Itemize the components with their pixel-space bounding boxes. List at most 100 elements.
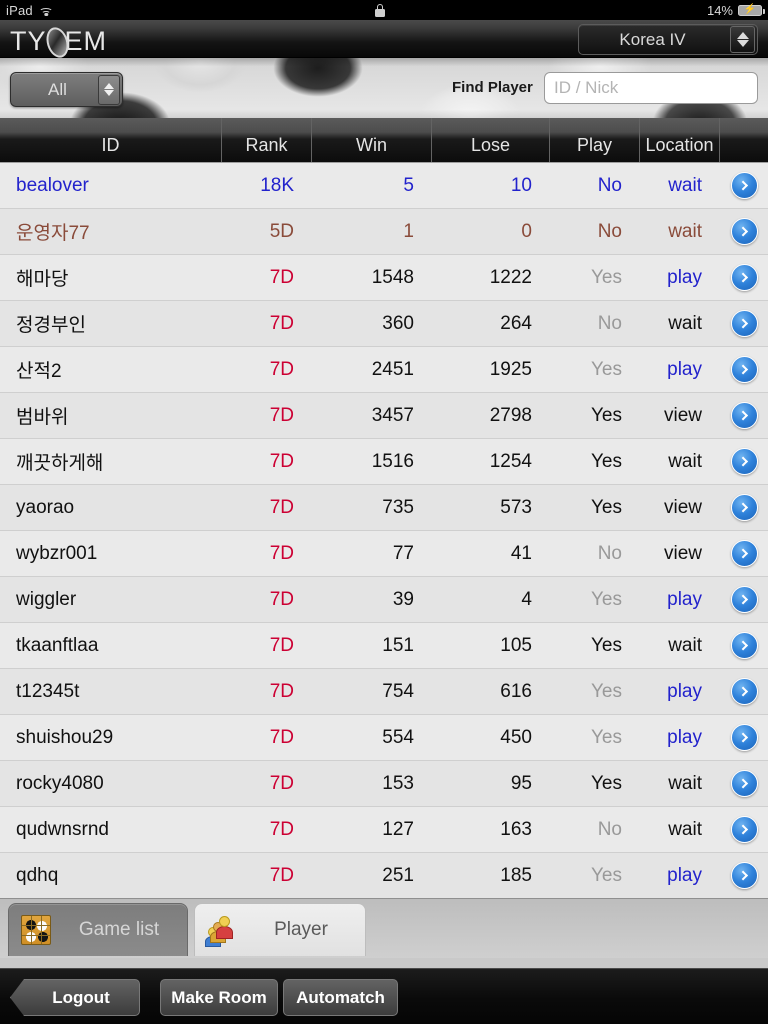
disclosure-arrow-icon[interactable] <box>720 678 768 705</box>
cell-location: view <box>663 404 702 426</box>
table-row[interactable]: yaorao 7D 735 573 Yes view <box>0 485 768 531</box>
cell-lose: 185 <box>500 864 532 886</box>
disclosure-arrow-icon[interactable] <box>720 862 768 889</box>
app-top-bar: TY EM Korea IV <box>0 20 768 58</box>
column-header-id[interactable]: ID <box>0 118 222 162</box>
ios-status-bar: iPad 14% ⚡ <box>0 0 768 20</box>
cell-play: No <box>597 542 622 564</box>
table-row[interactable]: 정경부인 7D 360 264 No wait <box>0 301 768 347</box>
disclosure-arrow-icon[interactable] <box>720 632 768 659</box>
table-row[interactable]: 범바위 7D 3457 2798 Yes view <box>0 393 768 439</box>
disclosure-arrow-icon[interactable] <box>720 724 768 751</box>
column-header-arrow[interactable] <box>720 118 768 162</box>
table-row[interactable]: qdhq 7D 251 185 Yes play <box>0 853 768 899</box>
disclosure-arrow-icon[interactable] <box>720 264 768 291</box>
people-icon <box>205 915 237 947</box>
cell-location: play <box>667 588 702 610</box>
table-row[interactable]: 해마당 7D 1548 1222 Yes play <box>0 255 768 301</box>
rank-filter-select[interactable]: All <box>10 72 123 107</box>
cell-id: t12345t <box>16 680 80 702</box>
cell-win: 1548 <box>371 266 414 288</box>
cell-location: wait <box>668 174 702 196</box>
table-row[interactable]: tkaanftlaa 7D 151 105 Yes wait <box>0 623 768 669</box>
cell-play: No <box>597 818 622 840</box>
disclosure-arrow-icon[interactable] <box>720 310 768 337</box>
cell-id: qdhq <box>16 864 59 886</box>
table-row[interactable]: 운영자77 5D 1 0 No wait <box>0 209 768 255</box>
cell-rank: 7D <box>269 864 294 886</box>
triangle-up-icon[interactable] <box>104 83 114 89</box>
cell-lose: 264 <box>500 312 532 334</box>
column-header-win[interactable]: Win <box>312 118 432 162</box>
app-root: iPad 14% ⚡ TY EM Korea IV All Find Playe… <box>0 0 768 1024</box>
disclosure-arrow-icon[interactable] <box>720 448 768 475</box>
cell-lose: 41 <box>510 542 532 564</box>
disclosure-arrow-icon[interactable] <box>720 494 768 521</box>
table-row[interactable]: rocky4080 7D 153 95 Yes wait <box>0 761 768 807</box>
bottom-toolbar: Logout Make Room Automatch <box>0 968 768 1024</box>
make-room-button[interactable]: Make Room <box>160 979 278 1016</box>
table-row[interactable]: t12345t 7D 754 616 Yes play <box>0 669 768 715</box>
cell-lose: 1222 <box>489 266 532 288</box>
cell-location: play <box>667 358 702 380</box>
cell-rank: 7D <box>269 358 294 380</box>
tab-player[interactable]: Player <box>194 903 366 956</box>
cell-rank: 7D <box>269 772 294 794</box>
cell-id: 범바위 <box>16 407 69 428</box>
table-row[interactable]: 깨끗하게해 7D 1516 1254 Yes wait <box>0 439 768 485</box>
disclosure-arrow-icon[interactable] <box>720 402 768 429</box>
disclosure-arrow-icon[interactable] <box>720 816 768 843</box>
cell-id: rocky4080 <box>16 772 104 794</box>
cell-play: Yes <box>591 588 622 610</box>
table-row[interactable]: bealover 18K 5 10 No wait <box>0 163 768 209</box>
logout-button[interactable]: Logout <box>10 979 140 1016</box>
battery-percent: 14% <box>706 2 733 18</box>
column-header-play[interactable]: Play <box>550 118 640 162</box>
disclosure-arrow-icon[interactable] <box>720 356 768 383</box>
column-header-lose[interactable]: Lose <box>432 118 550 162</box>
cell-id: shuishou29 <box>16 726 114 748</box>
cell-play: Yes <box>591 864 622 886</box>
server-select-stepper[interactable] <box>730 26 755 53</box>
player-table-header: ID Rank Win Lose Play Location <box>0 118 768 163</box>
cell-play: No <box>597 312 622 334</box>
cell-rank: 7D <box>269 496 294 518</box>
table-row[interactable]: shuishou29 7D 554 450 Yes play <box>0 715 768 761</box>
column-header-rank[interactable]: Rank <box>222 118 312 162</box>
battery-charging-icon: ⚡ <box>738 4 765 16</box>
tab-game-list[interactable]: Game list <box>8 903 188 956</box>
logo-text-pre: TY <box>10 25 47 56</box>
disclosure-arrow-icon[interactable] <box>720 172 768 199</box>
wifi-icon <box>39 5 54 16</box>
cell-id: yaorao <box>16 496 75 518</box>
table-row[interactable]: wiggler 7D 39 4 Yes play <box>0 577 768 623</box>
table-row[interactable]: 산적2 7D 2451 1925 Yes play <box>0 347 768 393</box>
rank-filter-stepper[interactable] <box>98 74 120 105</box>
cell-win: 251 <box>382 864 414 886</box>
rotation-lock-icon <box>375 3 386 17</box>
automatch-button[interactable]: Automatch <box>283 979 398 1016</box>
server-select[interactable]: Korea IV <box>578 24 758 55</box>
cell-win: 3457 <box>371 404 414 426</box>
cell-id: 운영자77 <box>16 223 90 244</box>
table-row[interactable]: qudwnsrnd 7D 127 163 No wait <box>0 807 768 853</box>
find-player-input[interactable] <box>544 72 758 104</box>
disclosure-arrow-icon[interactable] <box>720 218 768 245</box>
triangle-down-icon[interactable] <box>104 90 114 96</box>
logo-text-post: EM <box>64 25 108 56</box>
cell-win: 1516 <box>371 450 414 472</box>
cell-lose: 10 <box>510 174 532 196</box>
goban-icon <box>21 915 51 945</box>
cell-lose: 1925 <box>489 358 532 380</box>
disclosure-arrow-icon[interactable] <box>720 540 768 567</box>
disclosure-arrow-icon[interactable] <box>720 770 768 797</box>
triangle-up-icon[interactable] <box>736 32 749 39</box>
triangle-down-icon[interactable] <box>736 40 749 47</box>
cell-lose: 105 <box>500 634 532 656</box>
cell-rank: 7D <box>269 680 294 702</box>
player-table-body[interactable]: bealover 18K 5 10 No wait 운영자77 5D 1 0 No wait 해마당 7D… <box>0 163 768 899</box>
cell-play: No <box>597 220 622 242</box>
disclosure-arrow-icon[interactable] <box>720 586 768 613</box>
column-header-location[interactable]: Location <box>640 118 720 162</box>
table-row[interactable]: wybzr001 7D 77 41 No view <box>0 531 768 577</box>
